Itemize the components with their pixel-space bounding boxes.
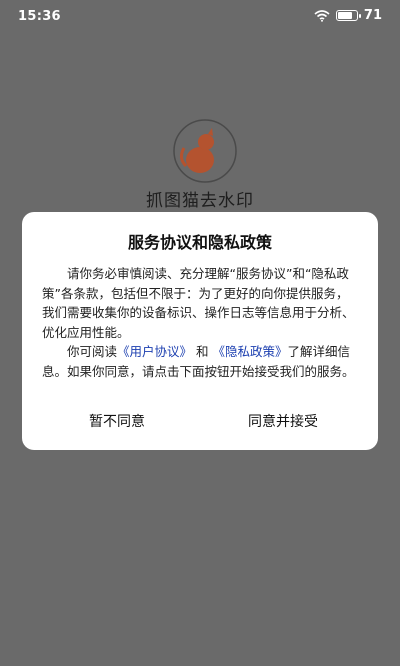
para2-and: 和 xyxy=(192,344,213,359)
battery-icon xyxy=(335,10,361,21)
app-logo-icon xyxy=(172,118,238,184)
dialog-paragraph-1: 请你务必审慎阅读、充分理解“服务协议”和“隐私政策”各条款，包括但不限于：为了更… xyxy=(42,266,355,340)
privacy-policy-link[interactable]: 《隐私政策》 xyxy=(212,344,287,359)
decline-button[interactable]: 暂不同意 xyxy=(52,408,182,434)
app-title: 抓图猫去水印 xyxy=(146,191,254,211)
status-time: 15:36 xyxy=(18,9,61,24)
dialog-title: 服务协议和隐私政策 xyxy=(127,233,272,252)
privacy-dialog: 服务协议和隐私政策 请你务必审慎阅读、充分理解“服务协议”和“隐私政策”各条款，… xyxy=(22,212,378,450)
dialog-paragraph-2: 你可阅读《用户协议》 和 《隐私政策》了解详细信息。如果你同意，请点击下面按钮开… xyxy=(42,342,360,381)
user-agreement-link[interactable]: 《用户协议》 xyxy=(117,344,192,359)
status-bar: 15:36 71 xyxy=(0,0,400,32)
dialog-body: 请你务必审慎阅读、充分理解“服务协议”和“隐私政策”各条款，包括但不限于：为了更… xyxy=(42,264,360,381)
accept-button[interactable]: 同意并接受 xyxy=(218,408,348,434)
wifi-icon xyxy=(314,9,330,22)
status-icons: 71 xyxy=(314,8,382,23)
para2-prefix: 你可阅读 xyxy=(67,344,118,359)
battery-percent: 71 xyxy=(363,8,382,23)
